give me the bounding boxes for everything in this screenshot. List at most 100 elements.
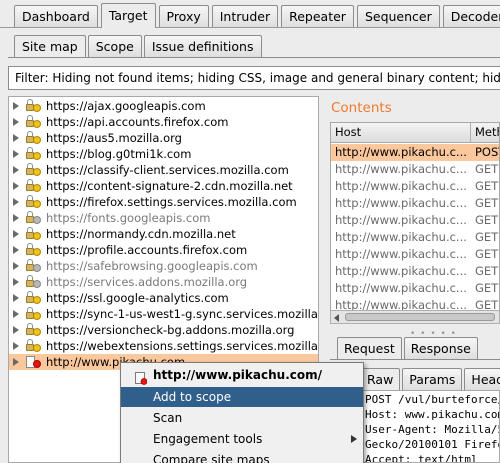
target-sub-tab-bar: Site map Scope Issue definitions — [14, 35, 262, 57]
tab-raw[interactable]: Raw — [360, 368, 401, 390]
tab-repeater[interactable]: Repeater — [281, 5, 354, 27]
expand-arrow-icon[interactable] — [13, 102, 19, 110]
site-map-node[interactable]: https://aus5.mozilla.org — [9, 130, 318, 146]
site-map-node[interactable]: https://webextensions.settings.services.… — [9, 338, 318, 354]
column-header-host[interactable]: Host — [331, 123, 471, 143]
tab-target[interactable]: Target — [100, 3, 156, 28]
table-row[interactable]: http://www.pikachu.c... GET — [331, 178, 499, 195]
expand-arrow-icon[interactable] — [13, 214, 19, 222]
scroll-left-icon[interactable] — [334, 314, 339, 322]
gray-status-dot-icon — [33, 280, 41, 288]
expand-arrow-icon[interactable] — [13, 182, 19, 190]
site-map-node[interactable]: https://profile.accounts.firefox.com — [9, 242, 318, 258]
filter-bar[interactable]: Filter: Hiding not found items; hiding C… — [8, 66, 500, 90]
site-map-node[interactable]: https://classify-client.services.mozilla… — [9, 162, 318, 178]
host-page-icon — [135, 369, 148, 385]
expand-arrow-icon[interactable] — [13, 278, 19, 286]
tab-sequencer[interactable]: Sequencer — [356, 5, 440, 27]
site-map-node-label: https://sync-1-us-west1-g.sync.services.… — [46, 307, 319, 321]
table-row[interactable]: http://www.pikachu.c... GET — [331, 263, 499, 280]
site-map-node[interactable]: https://content-signature-2.cdn.mozilla.… — [9, 178, 318, 194]
lock-icon — [25, 291, 43, 305]
lock-icon — [25, 275, 43, 289]
subtab-scope[interactable]: Scope — [87, 35, 142, 57]
tab-proxy[interactable]: Proxy — [158, 5, 209, 27]
burp-window: Dashboard Target Proxy Intruder Repeater Sequ… — [0, 0, 500, 463]
lock-icon — [25, 339, 43, 353]
menu-item-engagement-tools[interactable]: Engagement tools — [121, 429, 363, 449]
site-map-node-label: https://fonts.googleapis.com — [46, 211, 211, 225]
expand-arrow-icon[interactable] — [13, 198, 19, 206]
lock-icon — [25, 307, 43, 321]
site-map-node-label: https://services.addons.mozilla.org — [46, 275, 248, 289]
yellow-status-dot-icon — [33, 104, 41, 112]
table-row[interactable]: http://www.pikachu.c... GET — [331, 161, 499, 178]
expand-arrow-icon[interactable] — [13, 230, 19, 238]
yellow-status-dot-icon — [33, 200, 41, 208]
expand-arrow-icon[interactable] — [13, 358, 19, 366]
tab-request[interactable]: Request — [337, 337, 402, 359]
site-map-node[interactable]: https://firefox.settings.services.mozill… — [9, 194, 318, 210]
site-map-node[interactable]: https://ajax.googleapis.com — [9, 98, 318, 114]
expand-arrow-icon[interactable] — [13, 150, 19, 158]
method-cell: GET — [475, 281, 499, 295]
tab-intruder[interactable]: Intruder — [211, 5, 279, 27]
site-map-node[interactable]: https://blog.g0tmi1k.com — [9, 146, 318, 162]
subtab-site-map[interactable]: Site map — [14, 35, 86, 57]
site-map-node[interactable]: https://ssl.google-analytics.com — [9, 290, 318, 306]
site-map-node[interactable]: https://normandy.cdn.mozilla.net — [9, 226, 318, 242]
site-map-node[interactable]: https://services.addons.mozilla.org — [9, 274, 318, 290]
submenu-arrow-icon — [351, 435, 357, 443]
table-row[interactable]: http://www.pikachu.c... GET — [331, 195, 499, 212]
site-map-node-label: https://content-signature-2.cdn.mozilla.… — [46, 179, 293, 193]
site-map-node-label: https://ssl.google-analytics.com — [46, 291, 229, 305]
tab-params[interactable]: Params — [402, 368, 463, 390]
subtab-issue-definitions[interactable]: Issue definitions — [143, 35, 262, 57]
expand-arrow-icon[interactable] — [13, 166, 19, 174]
expand-arrow-icon[interactable] — [13, 262, 19, 270]
request-line: Host: www.pikachu.com — [365, 408, 500, 421]
yellow-status-dot-icon — [33, 328, 41, 336]
tab-response[interactable]: Response — [403, 337, 478, 359]
host-cell: http://www.pikachu.c... — [335, 179, 467, 193]
expand-arrow-icon[interactable] — [13, 118, 19, 126]
request-response-tab-bar: Request Response — [337, 337, 478, 359]
tab-headers[interactable]: Headers — [464, 368, 500, 390]
host-cell: http://www.pikachu.c... — [335, 145, 467, 159]
expand-arrow-icon[interactable] — [13, 246, 19, 254]
site-map-node[interactable]: https://fonts.googleapis.com — [9, 210, 318, 226]
contents-horizontal-scrollbar[interactable] — [330, 310, 500, 324]
method-cell: GET — [475, 264, 499, 278]
site-map-node-label: https://api.accounts.firefox.com — [46, 115, 229, 129]
expand-arrow-icon[interactable] — [13, 326, 19, 334]
lock-icon — [25, 243, 43, 257]
scroll-thumb[interactable] — [345, 313, 495, 321]
menu-item-scan[interactable]: Scan — [121, 408, 363, 428]
table-row[interactable]: http://www.pikachu.c... GET — [331, 229, 499, 246]
menu-item-add-to-scope[interactable]: Add to scope — [121, 387, 363, 407]
site-map-node[interactable]: https://versioncheck-bg.addons.mozilla.o… — [9, 322, 318, 338]
main-tab-bar: Dashboard Target Proxy Intruder Repeater Sequ… — [0, 0, 500, 28]
expand-arrow-icon[interactable] — [13, 294, 19, 302]
expand-arrow-icon[interactable] — [13, 310, 19, 318]
site-map-node[interactable]: https://api.accounts.firefox.com — [9, 114, 318, 130]
message-view-tab-bar: RawParamsHeadersHex — [360, 368, 500, 390]
table-row[interactable]: http://www.pikachu.c... GET — [331, 212, 499, 229]
table-row[interactable]: http://www.pikachu.c... GET — [331, 280, 499, 297]
table-row[interactable]: http://www.pikachu.c... POST — [331, 144, 499, 161]
request-line: Accept: text/html — [365, 453, 478, 463]
expand-arrow-icon[interactable] — [13, 342, 19, 350]
table-row[interactable]: http://www.pikachu.c... GET — [331, 246, 499, 263]
site-map-node[interactable]: https://sync-1-us-west1-g.sync.services.… — [9, 306, 318, 322]
site-map-node[interactable]: https://safebrowsing.googleapis.com — [9, 258, 318, 274]
column-header-method[interactable]: Method — [471, 123, 499, 143]
yellow-status-dot-icon — [33, 136, 41, 144]
expand-arrow-icon[interactable] — [13, 134, 19, 142]
tab-dashboard[interactable]: Dashboard — [14, 5, 98, 27]
request-line: User-Agent: Mozilla/5.0 (X11; — [365, 423, 499, 436]
menu-item-compare-site-maps[interactable]: Compare site maps — [121, 450, 363, 463]
lock-icon — [25, 147, 43, 161]
tab-decoder[interactable]: Decoder — [442, 5, 500, 27]
request-editor[interactable]: POST /vul/burteforce/bf_form.php Host: ww… — [360, 390, 500, 463]
host-cell: http://www.pikachu.c... — [335, 213, 467, 227]
